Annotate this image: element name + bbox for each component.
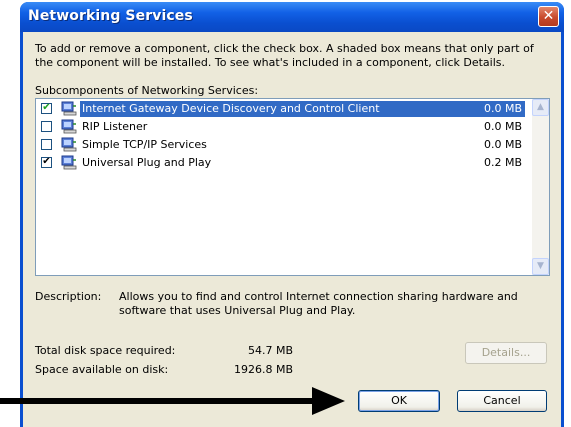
subcomponents-label: Subcomponents of Networking Services: — [35, 84, 259, 97]
ok-button[interactable]: OK — [358, 390, 440, 412]
component-checkbox[interactable] — [41, 139, 52, 150]
scroll-up-button[interactable]: ▲ — [532, 99, 549, 116]
check-mark-icon: ✔ — [42, 156, 51, 167]
networking-services-dialog: Networking Services ✕ To add or remove a… — [20, 2, 564, 427]
list-item[interactable]: ✔ Universal Plug and Play 0.2 MB — [36, 154, 528, 172]
disk-required-value: 54.7 MB — [247, 344, 293, 357]
window-title: Networking Services — [28, 8, 193, 24]
disk-available-value: 1926.8 MB — [233, 363, 293, 376]
list-item[interactable]: Simple TCP/IP Services 0.0 MB — [36, 136, 528, 154]
vertical-scrollbar[interactable]: ▲ ▼ — [532, 99, 549, 275]
pointer-arrow-icon — [0, 387, 345, 415]
subcomponents-list[interactable]: ✔ Internet Gateway Device Discovery and … — [35, 98, 550, 276]
component-size: 0.2 MB — [483, 156, 522, 169]
component-label: Universal Plug and Play — [82, 156, 212, 169]
disk-available-label: Space available on disk: — [35, 363, 169, 376]
dialog-body: To add or remove a component, click the … — [23, 32, 561, 427]
network-computer-icon — [61, 119, 77, 134]
cancel-button[interactable]: Cancel — [457, 390, 547, 412]
component-checkbox[interactable]: ✔ — [41, 102, 52, 114]
close-icon: ✕ — [542, 8, 555, 24]
component-size: 0.0 MB — [483, 102, 522, 115]
component-size: 0.0 MB — [483, 120, 522, 133]
component-checkbox[interactable]: ✔ — [41, 156, 52, 168]
close-button[interactable]: ✕ — [538, 6, 559, 27]
title-bar[interactable]: Networking Services ✕ — [20, 2, 564, 32]
description-text: Allows you to find and control Internet … — [119, 290, 518, 317]
network-computer-icon — [61, 137, 77, 152]
component-label: Simple TCP/IP Services — [82, 138, 207, 151]
scroll-down-button[interactable]: ▼ — [532, 258, 549, 275]
network-computer-icon — [61, 155, 77, 170]
intro-text: To add or remove a component, click the … — [35, 42, 534, 69]
check-mark-icon: ✔ — [42, 102, 51, 113]
description-label: Description: — [35, 290, 102, 303]
component-label: Internet Gateway Device Discovery and Co… — [82, 102, 380, 115]
component-label: RIP Listener — [82, 120, 148, 133]
network-computer-icon — [61, 101, 77, 116]
details-button[interactable]: Details... — [465, 342, 547, 364]
component-size: 0.0 MB — [483, 138, 522, 151]
list-item[interactable]: RIP Listener 0.0 MB — [36, 118, 528, 136]
list-item[interactable]: ✔ Internet Gateway Device Discovery and … — [36, 100, 528, 118]
disk-required-label: Total disk space required: — [35, 344, 176, 357]
component-checkbox[interactable] — [41, 121, 52, 132]
